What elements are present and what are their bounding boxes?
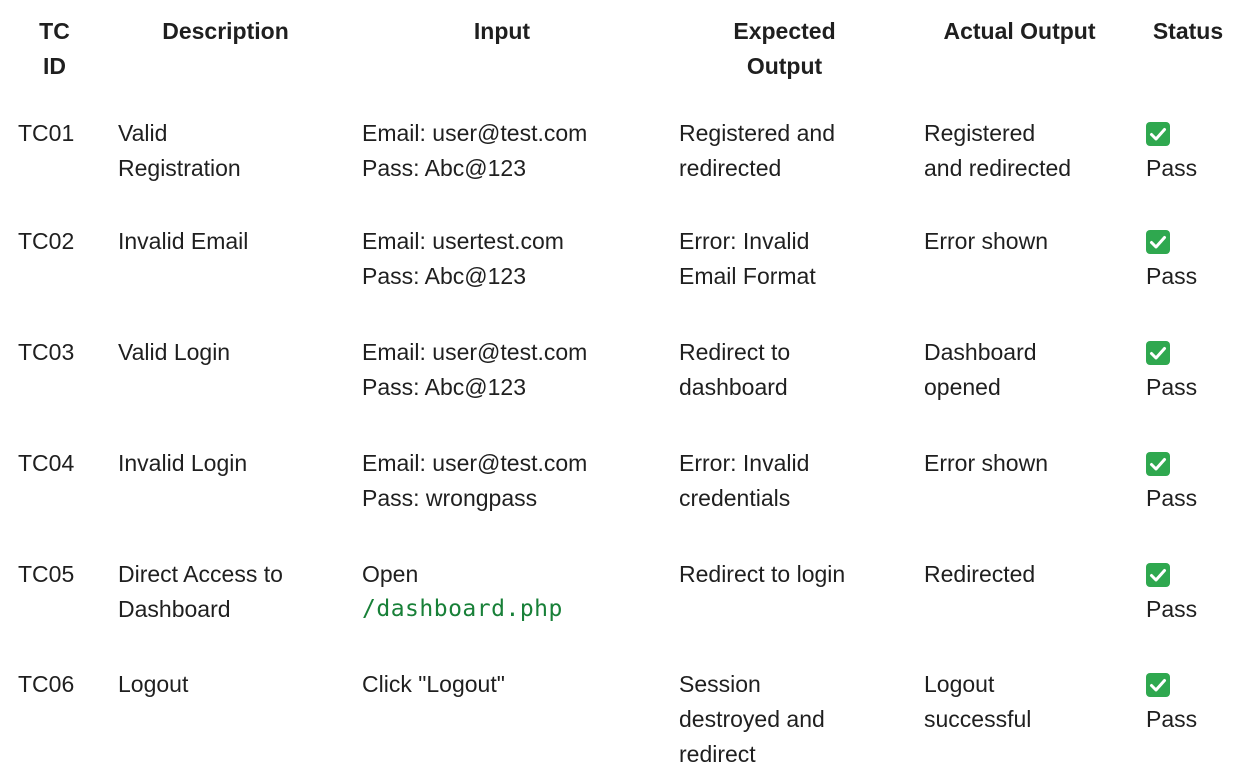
description-cell: Direct Access to Dashboard bbox=[118, 561, 283, 622]
expected-output-cell: Session destroyed and redirect bbox=[679, 671, 825, 767]
status-cell: Pass bbox=[1132, 335, 1244, 405]
status-text: Pass bbox=[1146, 706, 1198, 732]
status-text: Pass bbox=[1146, 485, 1198, 511]
tc-id-cell: TC01 bbox=[18, 120, 75, 146]
header-tc-id: TC ID bbox=[39, 18, 70, 79]
actual-output-cell: Logout successful bbox=[924, 671, 1032, 732]
actual-output-cell: Error shown bbox=[924, 228, 1048, 254]
expected-output-cell: Error: Invalid credentials bbox=[679, 450, 810, 511]
description-cell: Logout bbox=[118, 671, 189, 697]
status-cell: Pass bbox=[1132, 116, 1244, 186]
check-mark-icon bbox=[1146, 673, 1170, 697]
actual-output-cell: Redirected bbox=[924, 561, 1036, 587]
expected-output-cell: Redirect to dashboard bbox=[679, 339, 791, 400]
status-text: Pass bbox=[1146, 374, 1198, 400]
tc-id-cell: TC03 bbox=[18, 339, 75, 365]
header-input: Input bbox=[473, 18, 531, 44]
actual-output-cell: Error shown bbox=[924, 450, 1048, 476]
expected-output-cell: Error: Invalid Email Format bbox=[679, 228, 816, 289]
status-cell: Pass bbox=[1132, 557, 1244, 627]
check-mark-icon bbox=[1146, 563, 1170, 587]
header-expected-output: Expected Output bbox=[733, 18, 836, 79]
expected-output-cell: Redirect to login bbox=[679, 561, 846, 587]
status-cell: Pass bbox=[1132, 446, 1244, 516]
expected-output-cell: Registered and redirected bbox=[679, 120, 835, 181]
check-mark-icon bbox=[1146, 452, 1170, 476]
status-cell: Pass bbox=[1132, 224, 1244, 294]
input-cell: Email: user@test.com Pass: wrongpass bbox=[362, 450, 588, 511]
table-header-row: TC ID Description Input Expected Output … bbox=[0, 14, 1244, 84]
tc-id-cell: TC02 bbox=[18, 228, 75, 254]
status-text: Pass bbox=[1146, 263, 1198, 289]
actual-output-cell: Registered and redirected bbox=[924, 120, 1072, 181]
tc-id-cell: TC05 bbox=[18, 561, 75, 587]
tc-id-cell: TC06 bbox=[18, 671, 75, 697]
description-cell: Valid Registration bbox=[118, 120, 241, 181]
check-mark-icon bbox=[1146, 230, 1170, 254]
actual-output-cell: Dashboard opened bbox=[924, 339, 1037, 400]
input-cell: Open /dashboard.php bbox=[342, 557, 662, 627]
description-cell: Valid Login bbox=[118, 339, 231, 365]
status-text: Pass bbox=[1146, 155, 1198, 181]
tc-id-cell: TC04 bbox=[18, 450, 75, 476]
input-cell: Click "Logout" bbox=[362, 671, 505, 697]
status-cell: Pass bbox=[1132, 667, 1244, 737]
description-cell: Invalid Login bbox=[118, 450, 248, 476]
description-cell: Invalid Email bbox=[118, 228, 249, 254]
header-actual-output: Actual Output bbox=[943, 18, 1096, 44]
header-status: Status bbox=[1152, 18, 1224, 44]
input-cell: Email: usertest.com Pass: Abc@123 bbox=[362, 228, 564, 289]
code-path: /dashboard.php bbox=[362, 596, 563, 622]
check-mark-icon bbox=[1146, 341, 1170, 365]
input-cell: Email: user@test.com Pass: Abc@123 bbox=[362, 339, 588, 400]
header-description: Description bbox=[162, 18, 289, 44]
check-mark-icon bbox=[1146, 122, 1170, 146]
status-text: Pass bbox=[1146, 596, 1198, 622]
input-cell: Email: user@test.com Pass: Abc@123 bbox=[362, 120, 588, 181]
